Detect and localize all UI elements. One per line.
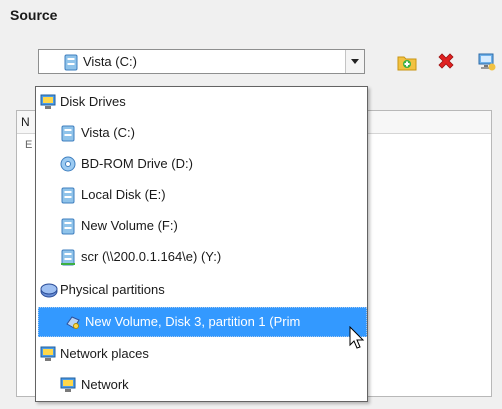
dropdown-item-bd-rom-d[interactable]: BD-ROM Drive (D:) — [36, 149, 367, 179]
dropdown-item-label: Vista (C:) — [81, 125, 135, 140]
delete-icon[interactable] — [436, 52, 456, 72]
tree-expander[interactable]: E — [25, 139, 32, 151]
dropdown-item-label: New Volume, Disk 3, partition 1 (Prim — [85, 314, 301, 329]
dropdown-item-new-volume-disk3-partition1[interactable]: New Volume, Disk 3, partition 1 (Prim — [38, 307, 367, 337]
combobox-dropdown-button[interactable] — [345, 50, 364, 73]
monitor-icon — [40, 94, 56, 110]
partition-icon — [65, 314, 81, 330]
monitor-icon — [60, 377, 76, 393]
dropdown-category-network-places[interactable]: Network places — [36, 339, 367, 369]
dropdown-item-network-drive-y[interactable]: scr (\\200.0.1.164\e) (Y:) — [36, 242, 367, 272]
network-drive-icon — [60, 249, 76, 266]
dropdown-category-physical-partitions[interactable]: Physical partitions — [36, 275, 367, 305]
dropdown-item-new-volume-f[interactable]: New Volume (F:) — [36, 211, 367, 241]
dropdown-item-label: Local Disk (E:) — [81, 187, 166, 202]
tree-column-label: N — [21, 115, 30, 129]
drive-icon — [63, 54, 79, 74]
add-folder-icon[interactable] — [397, 52, 417, 72]
source-dropdown-list[interactable]: Disk Drives Vista (C:) BD-ROM Drive (D:)… — [35, 86, 368, 402]
dropdown-item-label: scr (\\200.0.1.164\e) (Y:) — [81, 249, 222, 264]
dropdown-item-label: Network — [81, 377, 129, 392]
dropdown-item-local-disk-e[interactable]: Local Disk (E:) — [36, 180, 367, 210]
drive-icon — [60, 218, 76, 235]
dropdown-item-label: Physical partitions — [60, 282, 165, 297]
disc-icon — [60, 156, 76, 172]
combobox-selected-value: Vista (C:) — [83, 54, 137, 69]
chevron-down-icon — [351, 59, 359, 64]
network-add-icon[interactable] — [477, 52, 497, 72]
dropdown-item-label: BD-ROM Drive (D:) — [81, 156, 193, 171]
dropdown-category-disk-drives[interactable]: Disk Drives — [36, 87, 367, 117]
source-combobox[interactable]: Vista (C:) — [38, 49, 365, 74]
dropdown-item-vista-c[interactable]: Vista (C:) — [36, 118, 367, 148]
dropdown-item-label: Disk Drives — [60, 94, 126, 109]
drive-icon — [60, 187, 76, 204]
monitor-icon — [40, 346, 56, 362]
dropdown-item-label: New Volume (F:) — [81, 218, 178, 233]
partitions-icon — [40, 282, 58, 298]
section-title: Source — [10, 7, 58, 23]
drive-icon — [60, 125, 76, 142]
mouse-cursor-icon — [349, 325, 365, 353]
dropdown-item-label: Network places — [60, 346, 149, 361]
dropdown-item-network[interactable]: Network — [36, 370, 367, 400]
